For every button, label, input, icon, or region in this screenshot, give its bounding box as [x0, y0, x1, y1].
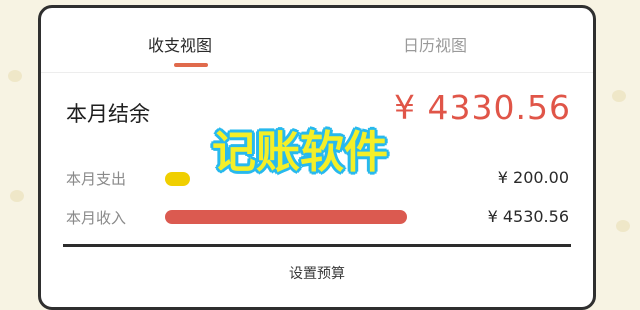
paw-print-decoration — [10, 190, 24, 202]
monthly-balance-label: 本月结余 — [66, 102, 150, 126]
income-bar — [165, 210, 407, 224]
expense-bar — [165, 172, 190, 186]
tab-divider — [41, 72, 593, 73]
paw-print-decoration — [616, 220, 630, 232]
monthly-expense-value: ¥ 200.00 — [497, 168, 569, 187]
monthly-expense-label: 本月支出 — [66, 170, 127, 188]
tab-calendar-view[interactable]: 日历视图 — [403, 32, 467, 56]
monthly-balance-value: ¥ 4330.56 — [394, 88, 571, 127]
app-title-overlay: 记账软件 — [212, 127, 388, 178]
footer-divider — [63, 244, 571, 247]
monthly-income-value: ¥ 4530.56 — [487, 207, 569, 226]
active-tab-indicator — [174, 63, 208, 67]
paw-print-decoration — [8, 70, 22, 82]
paw-print-decoration — [612, 90, 626, 102]
monthly-income-label: 本月收入 — [66, 209, 127, 227]
set-budget-button[interactable]: 设置预算 — [41, 263, 593, 283]
tab-income-expense-view[interactable]: 收支视图 — [148, 32, 212, 56]
